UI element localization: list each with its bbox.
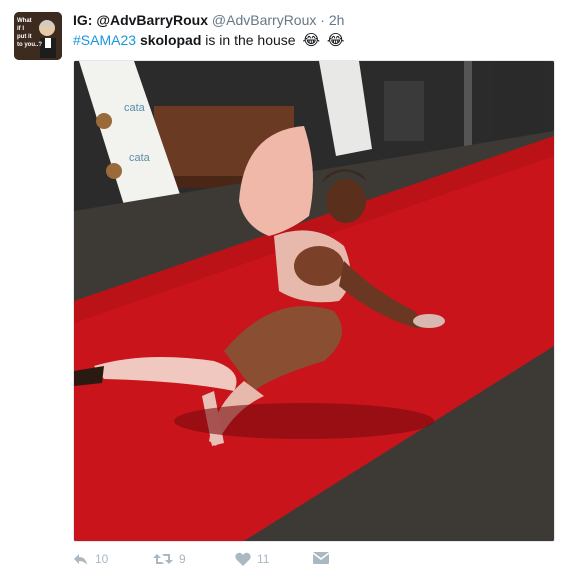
laughing-emoji: 😂 (302, 32, 320, 49)
avatar-caption-line: to you..? (17, 42, 42, 48)
tweet-text-rest: is in the house (201, 32, 296, 48)
display-name[interactable]: IG: @AdvBarryRoux (73, 12, 208, 28)
avatar-caption-line: put it (17, 34, 32, 40)
banner-brand-text: cata (124, 102, 146, 114)
tweet-text: #SAMA23 skolopad is in the house 😂 😂 (73, 31, 344, 50)
avatar-caption-line: What (17, 18, 32, 24)
timestamp[interactable]: 2h (329, 12, 345, 28)
hashtag-link[interactable]: #SAMA23 (73, 32, 136, 48)
bold-word: skolopad (139, 32, 202, 48)
laughing-emoji: 😂 (326, 32, 345, 49)
direct-message-button[interactable] (313, 552, 329, 564)
reply-icon (74, 554, 87, 565)
like-count: 11 (257, 552, 270, 566)
tweet-photo[interactable]: cata cata (73, 60, 555, 542)
reply-button[interactable]: 10 (73, 552, 108, 566)
tweet: What if I put it to you..? IG: @AdvBarry… (0, 0, 588, 566)
like-button[interactable]: 11 (235, 552, 269, 566)
reply-count: 10 (95, 552, 109, 566)
retweet-button[interactable]: 9 (153, 552, 186, 566)
banner-brand-text: cata (129, 152, 151, 164)
avatar-caption-line: if I (17, 26, 24, 32)
envelope-icon (313, 552, 329, 564)
tweet-header: IG: @AdvBarryRoux @AdvBarryRoux · 2h (73, 11, 344, 29)
retweet-icon (153, 554, 173, 564)
photo-illustration: cata cata (74, 61, 554, 541)
heart-icon (235, 552, 251, 566)
retweet-count: 9 (179, 552, 186, 566)
avatar[interactable]: What if I put it to you..? (14, 12, 62, 60)
separator-dot: · (320, 12, 325, 28)
user-handle[interactable]: @AdvBarryRoux (212, 12, 316, 28)
